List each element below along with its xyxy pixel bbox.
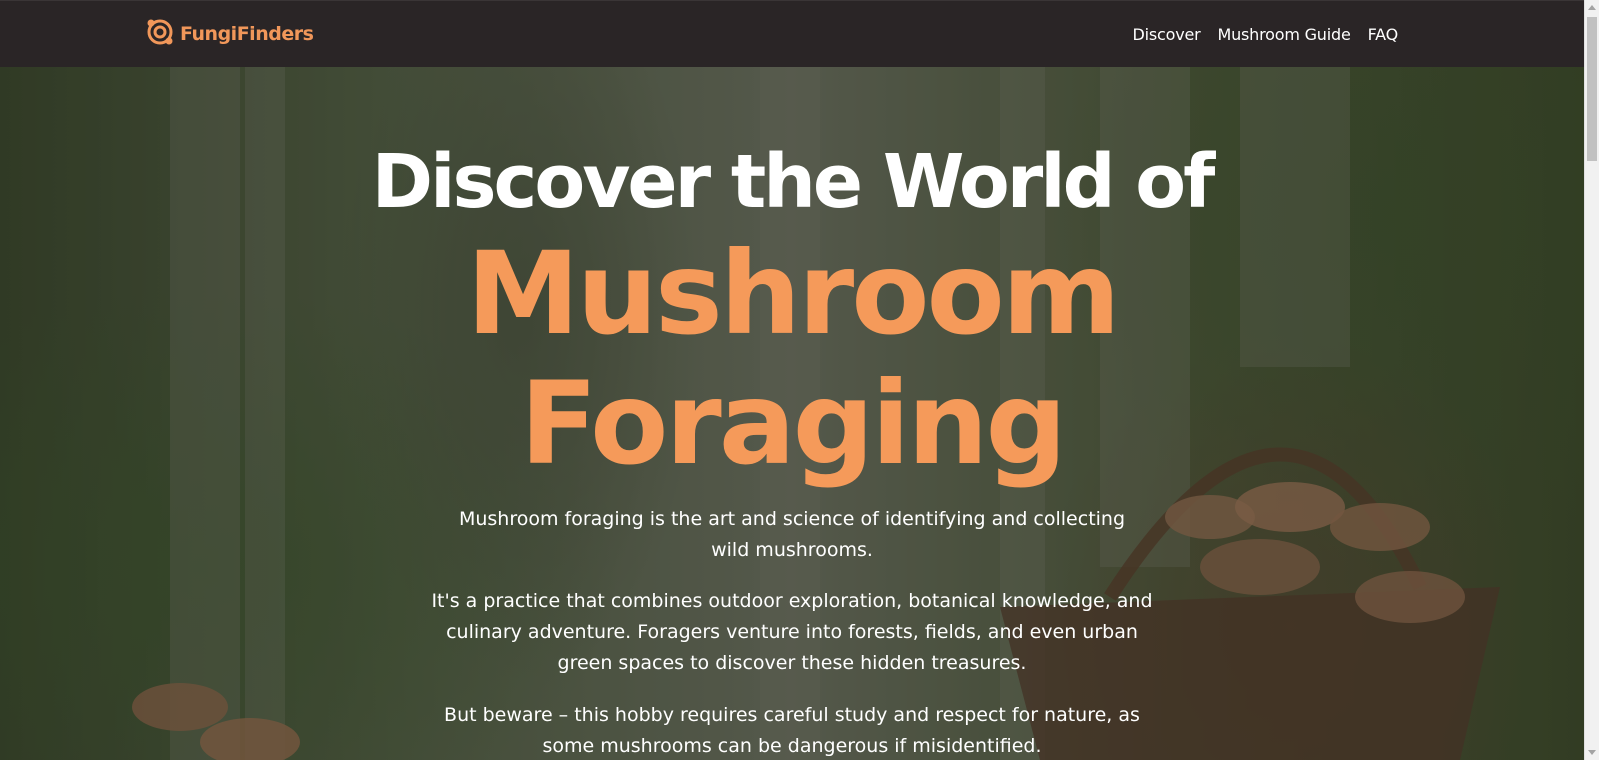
nav-link-mushroom-guide[interactable]: Mushroom Guide [1218, 25, 1351, 44]
nav-link-faq[interactable]: FAQ [1368, 25, 1399, 44]
vertical-scrollbar[interactable] [1584, 0, 1599, 760]
scroll-up-arrow-icon[interactable] [1588, 5, 1596, 10]
hero-paragraph-practice: It's a practice that combines outdoor ex… [431, 590, 1153, 674]
hero-title: Discover the World of [371, 139, 1216, 225]
scroll-down-arrow-icon[interactable] [1588, 750, 1596, 755]
nav-link-discover[interactable]: Discover [1133, 25, 1201, 44]
hero-paragraph-intro: Mushroom foraging is the art and science… [458, 508, 1126, 561]
brand-logo-link[interactable]: FungiFinders [146, 18, 314, 50]
hero-title-accent-line2: Foraging [519, 357, 1067, 490]
nav-links: Discover Mushroom Guide FAQ [1133, 25, 1399, 44]
hero-section: Discover the World of Mushroom Foraging … [0, 67, 1584, 760]
mushroom-logo-icon [146, 18, 174, 50]
hero-paragraph-warning: But beware – this hobby requires careful… [444, 704, 1140, 757]
top-navbar: FungiFinders Discover Mushroom Guide FAQ [0, 0, 1584, 67]
brand-name: FungiFinders [180, 23, 314, 45]
hero-title-accent-line1: Mushroom [466, 227, 1120, 360]
scrollbar-thumb[interactable] [1587, 17, 1597, 161]
